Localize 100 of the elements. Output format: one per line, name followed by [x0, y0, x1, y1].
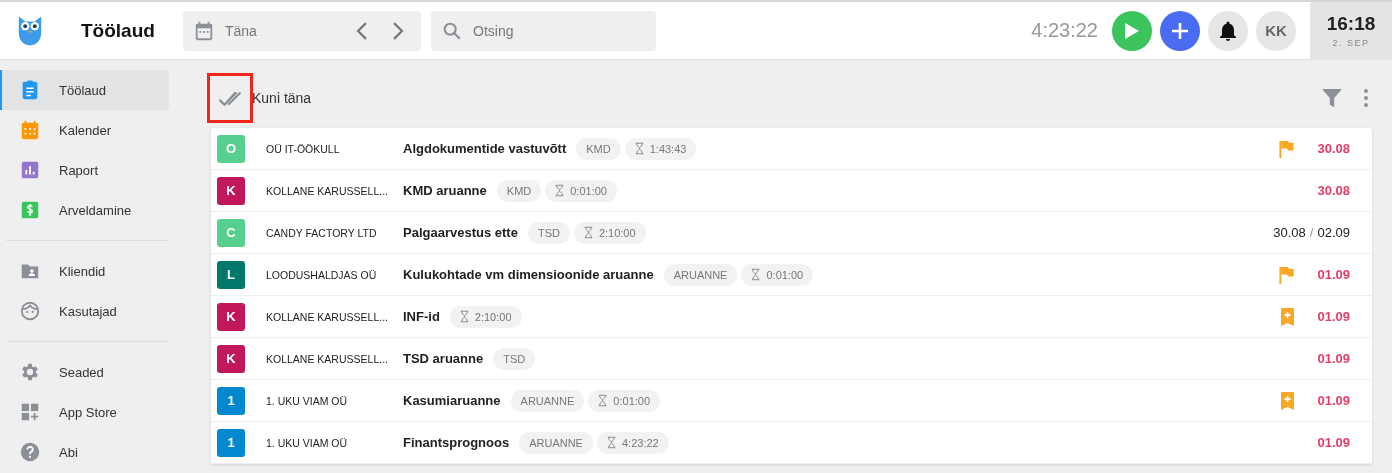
bar-chart-icon [19, 159, 41, 181]
duration-chip: 0:01:00 [545, 179, 617, 202]
task-title: Kasumiaruanne [403, 393, 501, 408]
client-name: 1. UKU VIAM OÜ [266, 436, 349, 449]
client-avatar: C [217, 218, 245, 247]
page-title: Töölaud [81, 19, 156, 42]
double-check-icon [218, 90, 242, 106]
task-title: INF-id [403, 309, 440, 324]
apps-add-icon [19, 401, 41, 423]
due-date: 30.08 [1317, 141, 1350, 156]
bell-icon [1219, 20, 1237, 41]
task-row[interactable]: K KOLLANE KARUSSELL... INF-id 2:10:00 01.09 [211, 296, 1372, 338]
sidebar-item[interactable]: Töölaud [0, 70, 169, 110]
timer-text: 4:23:22 [1031, 19, 1098, 42]
due-date: 01.09 [1317, 309, 1350, 324]
sidebar-item[interactable]: Seaded [0, 352, 169, 392]
task-tag: ARUANNE [663, 263, 738, 286]
calendar-icon [19, 119, 41, 141]
more-vertical-icon [1364, 89, 1368, 107]
sidebar-item[interactable]: App Store [0, 392, 169, 432]
due-date: 01.09 [1317, 351, 1350, 366]
due-date: 30.08 / 02.09 [1273, 225, 1350, 240]
mark-done-button[interactable] [207, 73, 253, 123]
face-icon [19, 300, 41, 322]
sidebar-item[interactable]: Raport [0, 150, 169, 190]
task-row[interactable]: 1 1. UKU VIAM OÜ Kasumiaruanne ARUANNE 0:01:00 01.09 [211, 380, 1372, 422]
owl-logo-icon [17, 14, 43, 47]
user-avatar[interactable]: KK [1256, 10, 1296, 51]
duration-chip: 2:10:00 [449, 305, 522, 328]
hourglass-icon [606, 436, 616, 449]
plus-icon [1172, 22, 1188, 39]
sidebar-item[interactable]: Kasutajad [0, 291, 169, 331]
task-tag: KMD [576, 137, 621, 160]
task-row[interactable]: O OÜ IT-ÖÖKULL Algdokumentide vastuvõtt KMD 1:43:43 30.08 [211, 128, 1372, 170]
clock-time: 16:18 [1326, 13, 1376, 35]
client-name: LOODUSHALDJAS OÜ [266, 268, 378, 281]
duration-chip: 0:01:00 [588, 389, 661, 412]
sidebar-item[interactable]: Arveldamine [0, 190, 169, 230]
task-title: Palgaarvestus ette [403, 225, 518, 240]
bookmark-plus-icon [1280, 391, 1296, 410]
task-title: Finantsprognoos [403, 435, 510, 450]
hourglass-icon [583, 226, 593, 239]
due-date: 01.09 [1317, 435, 1350, 450]
chevron-left-icon [355, 21, 369, 40]
task-row[interactable]: K KOLLANE KARUSSELL... KMD aruanne KMD 0:01:00 30.08 [211, 170, 1372, 212]
play-button[interactable] [1112, 10, 1152, 51]
task-row[interactable]: K KOLLANE KARUSSELL... TSD aruanne TSD 01.09 [211, 338, 1372, 380]
client-avatar: L [217, 260, 245, 289]
task-row[interactable]: C CANDY FACTORY LTD Palgaarvestus ette TSD 2:10:00 30.08 / 02.09 [211, 212, 1372, 254]
task-tag: TSD [527, 221, 570, 244]
hourglass-icon [459, 310, 469, 323]
date-field[interactable]: Täna [183, 10, 421, 51]
bookmark-plus-icon [1280, 307, 1296, 326]
calendar-icon [193, 19, 215, 42]
task-row[interactable]: L LOODUSHALDJAS OÜ Kulukohtade vm dimensioonide aruanne ARUANNE 0:01:00 01.09 [211, 254, 1372, 296]
notifications-button[interactable] [1208, 10, 1248, 51]
client-avatar: K [217, 344, 245, 373]
sidebar-item[interactable]: Kalender [0, 110, 169, 150]
task-title: Kulukohtade vm dimensioonide aruanne [403, 267, 654, 282]
hourglass-icon [751, 268, 761, 281]
clock-date: 2. SEP [1332, 38, 1370, 48]
search-field[interactable]: Otsing [431, 10, 656, 51]
sidebar-item[interactable]: Abi [0, 432, 169, 472]
client-avatar: O [217, 134, 245, 163]
hourglass-icon [634, 142, 644, 155]
task-tag: ARUANNE [519, 431, 593, 454]
task-tag: KMD [496, 179, 542, 202]
client-name: KOLLANE KARUSSELL... [266, 184, 389, 197]
client-name: KOLLANE KARUSSELL... [266, 352, 389, 365]
chevron-right-icon [391, 21, 405, 40]
duration-chip: 2:10:00 [573, 221, 646, 244]
client-avatar: K [217, 302, 245, 331]
filter-icon [1322, 88, 1342, 108]
client-avatar: 1 [217, 386, 245, 415]
task-title: KMD aruanne [403, 183, 487, 198]
client-name: CANDY FACTORY LTD [266, 226, 378, 239]
gear-icon [19, 361, 41, 383]
task-title: TSD aruanne [403, 351, 484, 366]
hourglass-icon [598, 394, 608, 407]
filter-label: Kuni täna [252, 90, 312, 106]
client-name: KOLLANE KARUSSELL... [266, 310, 389, 323]
flag-icon [1279, 265, 1296, 284]
client-name: 1. UKU VIAM OÜ [266, 394, 349, 407]
sidebar-item[interactable]: Kliendid [0, 251, 169, 291]
task-tag: ARUANNE [510, 389, 585, 412]
help-icon [19, 441, 41, 463]
hourglass-icon [555, 184, 565, 197]
play-icon [1125, 22, 1139, 39]
task-row[interactable]: 1 1. UKU VIAM OÜ Finantsprognoos ARUANNE 4:23:22 01.09 [211, 422, 1372, 464]
task-tag: TSD [493, 347, 536, 370]
client-avatar: K [217, 176, 245, 205]
due-date: 01.09 [1317, 393, 1350, 408]
duration-chip: 1:43:43 [624, 137, 697, 160]
duration-chip: 4:23:22 [596, 431, 669, 454]
client-avatar: 1 [217, 428, 245, 457]
dollar-icon [19, 199, 41, 221]
task-title: Algdokumentide vastuvõtt [403, 141, 567, 156]
due-date: 01.09 [1317, 267, 1350, 282]
client-name: OÜ IT-ÖÖKULL [266, 142, 341, 155]
add-button[interactable] [1160, 10, 1200, 51]
